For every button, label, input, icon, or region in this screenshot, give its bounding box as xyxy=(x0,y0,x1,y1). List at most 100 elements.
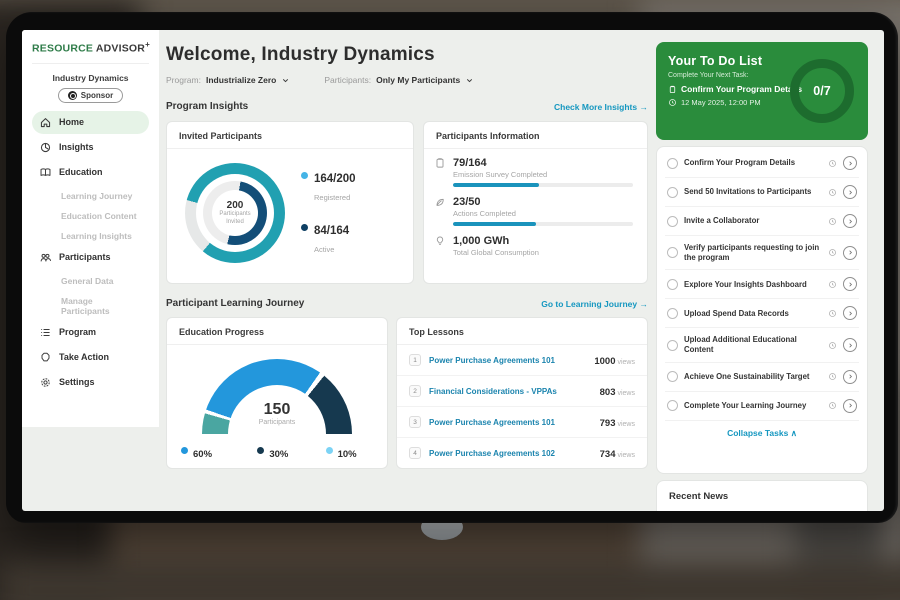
task-checkbox[interactable] xyxy=(667,400,678,411)
chevron-right-icon xyxy=(847,160,854,167)
lesson-row: 3 Power Purchase Agreements 101 793views xyxy=(397,407,647,438)
todo-column: Your To Do List Complete Your Next Task:… xyxy=(656,30,868,511)
list-icon xyxy=(39,326,52,339)
metric-label: Actions Completed xyxy=(453,209,633,218)
task-checkbox[interactable] xyxy=(667,187,678,198)
app-logo: RESOURCE ADVISOR+ xyxy=(32,40,149,64)
task-go-button[interactable] xyxy=(843,338,857,352)
gear-icon xyxy=(39,376,52,389)
sidebar-item-home[interactable]: Home xyxy=(32,111,149,134)
program-dropdown[interactable]: Program: Industrialize Zero xyxy=(166,75,290,85)
task-checkbox[interactable] xyxy=(667,247,678,258)
task-go-button[interactable] xyxy=(843,156,857,170)
task-checkbox[interactable] xyxy=(667,308,678,319)
actions-completed-row: 23/50 Actions Completed xyxy=(434,196,633,226)
chevron-right-icon xyxy=(847,281,854,288)
participants-value: Only My Participants xyxy=(376,75,460,85)
participants-dropdown[interactable]: Participants: Only My Participants xyxy=(324,75,474,85)
task-row: Explore Your Insights Dashboard xyxy=(665,270,859,299)
task-checkbox[interactable] xyxy=(667,158,678,169)
scene: RESOURCE ADVISOR+ Industry Dynamics Spon… xyxy=(0,0,900,600)
task-label: Explore Your Insights Dashboard xyxy=(684,280,822,290)
sidebar-item-label: Home xyxy=(59,117,84,127)
org-name: Industry Dynamics xyxy=(32,73,149,83)
chevron-down-icon xyxy=(281,76,290,85)
program-label: Program: xyxy=(166,75,201,85)
sidebar-item-settings[interactable]: Settings xyxy=(32,371,149,394)
clock-icon xyxy=(828,341,837,350)
legend-dot xyxy=(181,447,188,454)
recent-news-card: Recent News xyxy=(656,480,868,511)
collapse-tasks-link[interactable]: Collapse Tasks ∧ xyxy=(665,421,859,443)
metric-label: Total Global Consumption xyxy=(453,248,633,257)
insights-icon xyxy=(39,141,52,154)
sidebar-item-program[interactable]: Program xyxy=(32,321,149,344)
task-go-button[interactable] xyxy=(843,399,857,413)
clock-icon xyxy=(828,372,837,381)
chevron-down-icon xyxy=(465,76,474,85)
sidebar-item-manage-participants[interactable]: Manage Participants xyxy=(32,291,149,321)
learning-cards-row: Education Progress 150 Participants xyxy=(166,317,648,469)
task-go-button[interactable] xyxy=(843,370,857,384)
clock-icon xyxy=(828,309,837,318)
card-title: Participants Information xyxy=(424,122,647,149)
lesson-link[interactable]: Power Purchase Agreements 102 xyxy=(429,449,592,458)
task-checkbox[interactable] xyxy=(667,371,678,382)
todo-progress-ring: 0/7 xyxy=(790,59,854,123)
logo-plus: + xyxy=(145,40,150,49)
metric-value: 23/50 xyxy=(453,196,633,208)
lesson-link[interactable]: Power Purchase Agreements 101 xyxy=(429,356,586,365)
sidebar-item-label: Program xyxy=(59,327,96,337)
sidebar-item-learning-insights[interactable]: Learning Insights xyxy=(32,226,149,246)
sidebar-item-label: Take Action xyxy=(59,352,109,362)
arrow-right-icon: → xyxy=(640,102,649,112)
chevron-right-icon xyxy=(847,310,854,317)
task-row: Upload Additional Educational Content xyxy=(665,328,859,362)
chevron-right-icon xyxy=(847,189,854,196)
lesson-link[interactable]: Power Purchase Agreements 101 xyxy=(429,418,592,427)
book-icon xyxy=(39,166,52,179)
card-title: Invited Participants xyxy=(167,122,413,149)
sidebar-item-insights[interactable]: Insights xyxy=(32,136,149,159)
donut-center-value: 200 xyxy=(227,200,244,211)
sidebar-item-take-action[interactable]: Take Action xyxy=(32,346,149,369)
task-checkbox[interactable] xyxy=(667,216,678,227)
task-go-button[interactable] xyxy=(843,306,857,320)
sidebar-item-label: Participants xyxy=(59,252,111,262)
dashboard-screen: RESOURCE ADVISOR+ Industry Dynamics Spon… xyxy=(22,30,884,511)
task-label: Achieve One Sustainability Target xyxy=(684,372,822,382)
task-row: Confirm Your Program Details xyxy=(665,149,859,178)
sponsor-badge[interactable]: Sponsor xyxy=(58,88,123,103)
invited-donut-chart: 200 ParticipantsInvited xyxy=(185,163,285,263)
task-go-button[interactable] xyxy=(843,277,857,291)
participants-label: Participants: xyxy=(324,75,371,85)
gauge-legend: 60%Completed 30%Pending 10%Not Started xyxy=(167,434,387,469)
task-label: Complete Your Learning Journey xyxy=(684,401,822,411)
sidebar-item-education[interactable]: Education xyxy=(32,161,149,184)
sidebar-item-participants[interactable]: Participants xyxy=(32,246,149,269)
sidebar-item-learning-journey[interactable]: Learning Journey xyxy=(32,186,149,206)
sidebar-item-education-content[interactable]: Education Content xyxy=(32,206,149,226)
filters-row: Program: Industrialize Zero Participants… xyxy=(166,75,648,85)
recent-news-title: Recent News xyxy=(669,491,855,502)
task-row: Send 50 Invitations to Participants xyxy=(665,178,859,207)
insights-cards-row: Invited Participants 200 ParticipantsInv… xyxy=(166,121,648,284)
task-go-button[interactable] xyxy=(843,214,857,228)
clock-icon xyxy=(828,188,837,197)
metric-value: 1,000 GWh xyxy=(453,235,633,247)
page-title: Welcome, Industry Dynamics xyxy=(166,30,648,66)
go-to-learning-journey-link[interactable]: Go to Learning Journey → xyxy=(541,299,648,309)
sponsor-icon xyxy=(68,91,77,100)
check-more-insights-link[interactable]: Check More Insights → xyxy=(554,102,648,112)
task-checkbox[interactable] xyxy=(667,279,678,290)
task-go-button[interactable] xyxy=(843,185,857,199)
clipboard-icon xyxy=(434,157,446,169)
clock-icon xyxy=(828,280,837,289)
sidebar-item-label: Settings xyxy=(59,377,95,387)
legend-dot xyxy=(301,172,308,179)
task-go-button[interactable] xyxy=(843,246,857,260)
lesson-link[interactable]: Financial Considerations - VPPAs xyxy=(429,387,592,396)
task-checkbox[interactable] xyxy=(667,340,678,351)
sidebar-item-general-data[interactable]: General Data xyxy=(32,271,149,291)
sidebar-item-label: Insights xyxy=(59,142,94,152)
